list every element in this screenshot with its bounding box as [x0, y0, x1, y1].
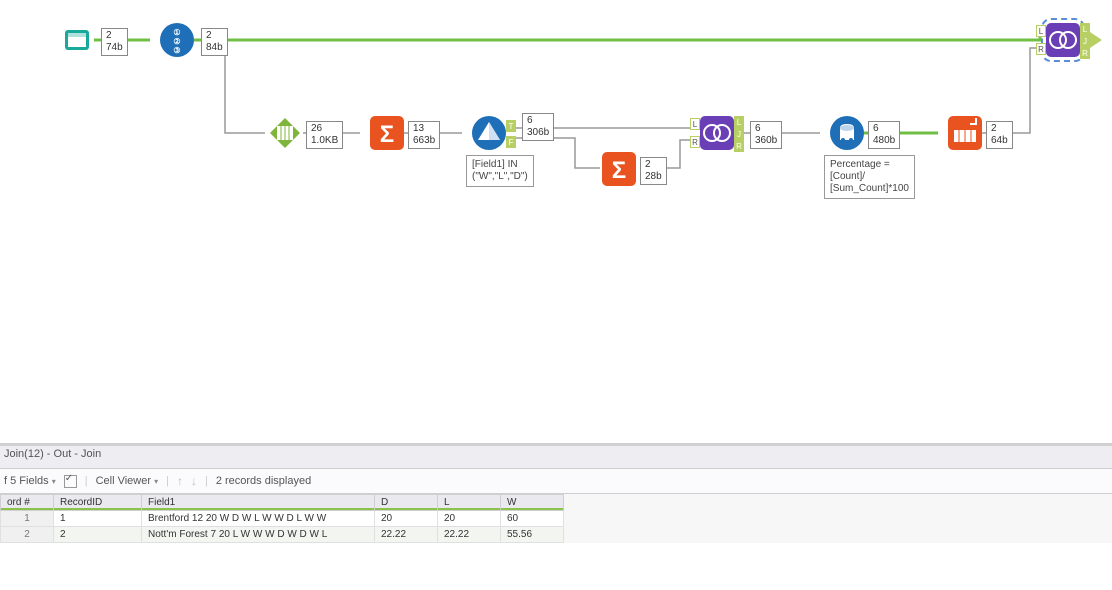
crosstab-tool[interactable] [948, 116, 982, 150]
filter-false-anchor: F [506, 136, 516, 148]
col-l: L [438, 495, 501, 511]
join2-j-out: J [1080, 35, 1090, 47]
join1-l-in: L [690, 118, 700, 130]
connections [0, 0, 1112, 430]
down-arrow-icon[interactable]: ↓ [191, 474, 197, 488]
col-field1: Field1 [142, 495, 375, 511]
svg-text:Σ: Σ [380, 121, 394, 148]
svg-text:Σ: Σ [612, 157, 626, 184]
col-d: D [375, 495, 438, 511]
col-w: W [501, 495, 564, 511]
record-id-tool[interactable] [160, 23, 194, 57]
input-label: 274b [101, 28, 128, 56]
join-tool-2[interactable] [1046, 23, 1080, 57]
crosstab-label: 264b [986, 121, 1013, 149]
join2-r-out: R [1080, 47, 1090, 59]
summarize-tool-2[interactable]: Σ [602, 152, 636, 186]
text2col-label: 261.0KB [306, 121, 343, 149]
join1-r-in: R [690, 136, 700, 148]
results-grid[interactable]: ord # RecordID Field1 D L W 11Brentford … [0, 494, 564, 543]
join1-l-out: L [734, 116, 744, 128]
records-count-label: 2 records displayed [216, 475, 311, 487]
recordid-label: 284b [201, 28, 228, 56]
join2-l-out: L [1080, 23, 1090, 35]
summarize1-label: 13663b [408, 121, 440, 149]
workflow-canvas[interactable]: 274b ①②③ 284b 261.0KB Σ 13663b T F 6306b… [0, 0, 1112, 430]
fields-checkbox[interactable] [64, 475, 77, 488]
results-toolbar[interactable]: f 5 Fields ▾ | Cell Viewer ▾ | ↑ ↓ | 2 r… [0, 469, 1112, 494]
join1-r-out: R [734, 140, 744, 152]
summarize-tool-1[interactable]: Σ [370, 116, 404, 150]
join1-j-out: J [734, 128, 744, 140]
up-arrow-icon[interactable]: ↑ [177, 474, 183, 488]
filter-tool[interactable] [472, 116, 506, 150]
formula-label: 6480b [868, 121, 900, 149]
formula-tool[interactable] [830, 116, 864, 150]
results-title: Join(12) - Out - Join [0, 446, 1112, 469]
col-ord: ord # [1, 495, 54, 511]
join-tool-1[interactable] [700, 116, 734, 150]
text-input-tool[interactable] [60, 23, 94, 57]
col-recordid: RecordID [54, 495, 142, 511]
filter-annotation: [Field1] IN ("W","L","D") [466, 155, 534, 187]
join2-r-in: R [1036, 43, 1046, 55]
filter-true-anchor: T [506, 120, 516, 132]
table-row[interactable]: 22Nott'm Forest 7 20 L W W W D W D W L22… [1, 527, 564, 543]
join2-l-in: L [1036, 25, 1046, 37]
fields-dropdown[interactable]: f 5 Fields ▾ [4, 475, 56, 487]
table-row[interactable]: 11Brentford 12 20 W D W L W W D L W W202… [1, 511, 564, 527]
grid-header-row: ord # RecordID Field1 D L W [1, 495, 564, 511]
text-to-columns-tool[interactable] [268, 116, 302, 150]
filter-true-label: 6306b [522, 113, 554, 141]
join1-label: 6360b [750, 121, 782, 149]
formula-annotation: Percentage = [Count]/ [Sum_Count]*100 [824, 155, 915, 199]
join2-output-arrow [1090, 32, 1106, 48]
summarize2-label: 228b [640, 157, 667, 185]
cell-viewer-dropdown[interactable]: Cell Viewer ▾ [96, 475, 159, 487]
results-pane: Join(12) - Out - Join f 5 Fields ▾ | Cel… [0, 443, 1112, 543]
